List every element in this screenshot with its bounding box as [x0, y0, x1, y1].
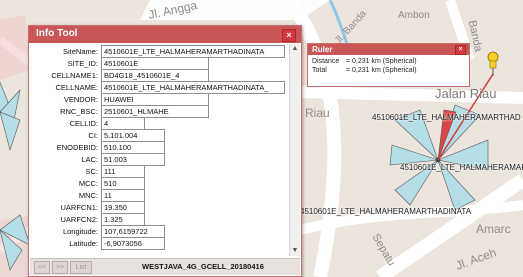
info-tool-footer: << >> List WESTJAVA_4G_GCELL_20180416 — [30, 258, 300, 275]
property-label: SiteName: — [62, 47, 98, 56]
property-label: SITE_ID: — [67, 59, 98, 68]
info-tool-titlebar[interactable]: Info Tool × — [29, 26, 301, 43]
layer-name: WESTJAVA_4G_GCELL_20180416 — [142, 262, 264, 271]
property-label: VENDOR: — [63, 95, 98, 104]
property-label: LAC: — [81, 155, 98, 164]
street-label: Jalan Riau — [435, 86, 497, 101]
property-label: ENODEBID: — [56, 143, 98, 152]
info-tool-title: Info Tool — [36, 28, 78, 39]
property-label: UARFCN1: — [60, 203, 98, 212]
property-label: Longitude: — [62, 227, 98, 236]
previous-record-button[interactable]: << — [34, 261, 50, 274]
property-label: SC: — [85, 167, 98, 176]
street-label: Riau — [305, 106, 330, 120]
ruler-titlebar[interactable]: Ruler × — [308, 44, 469, 55]
cell-site-label: 4510601E_LTE_HALMAHERAMARTHADINATA — [300, 207, 472, 216]
ruler-distance-value: = 0,231 km (Spherical) — [345, 58, 417, 65]
properties-list: SiteName: 4510601E_LTE_HALMAHERAMARTHADI… — [30, 44, 288, 256]
ruler-distance-label: Distance — [312, 58, 340, 65]
scroll-up-arrow-icon[interactable]: ▲ — [290, 44, 300, 54]
cell-site-label: 4510601E_LTE_HALMAHERAMAR — [400, 163, 523, 172]
property-label: MCC: — [78, 179, 98, 188]
scroll-down-arrow-icon[interactable]: ▼ — [290, 246, 300, 256]
ruler-title: Ruler — [312, 45, 333, 54]
street-label: Ambon — [398, 10, 430, 21]
ruler-total-row: Total = 0,231 km (Spherical) — [312, 67, 417, 74]
properties-scrollbar[interactable]: ▲ ▼ — [289, 44, 300, 256]
cell-site-label: 4510601E_LTE_HALMAHERAMARTHAD — [372, 113, 521, 122]
ruler-total-value: = 0,231 km (Spherical) — [345, 67, 417, 74]
street-label: Amarc — [476, 222, 511, 236]
property-label: Latitude: — [69, 239, 98, 248]
close-button[interactable]: × — [282, 29, 296, 42]
close-button[interactable]: × — [455, 45, 466, 55]
info-tool-window[interactable]: Info Tool × SiteName: 4510601E_LTE_HALMA… — [28, 25, 302, 277]
property-label: CELLID: — [69, 119, 98, 128]
property-value[interactable]: -6,9073056 — [101, 237, 165, 250]
ruler-window[interactable]: Ruler × Distance = 0,231 km (Spherical) … — [307, 43, 470, 87]
property-label: MNC: — [78, 191, 98, 200]
property-label: CELLNAME1: — [51, 71, 98, 80]
property-label: UARFCN2: — [60, 215, 98, 224]
next-record-button[interactable]: >> — [52, 261, 68, 274]
ruler-total-label: Total — [312, 67, 327, 74]
ruler-distance-row: Distance = 0,231 km (Spherical) — [312, 58, 417, 65]
property-label: CELLNAME: — [55, 83, 98, 92]
property-label: RNC_BSC: — [60, 107, 98, 116]
property-label: CI: — [88, 131, 98, 140]
list-button[interactable]: List — [70, 261, 92, 274]
